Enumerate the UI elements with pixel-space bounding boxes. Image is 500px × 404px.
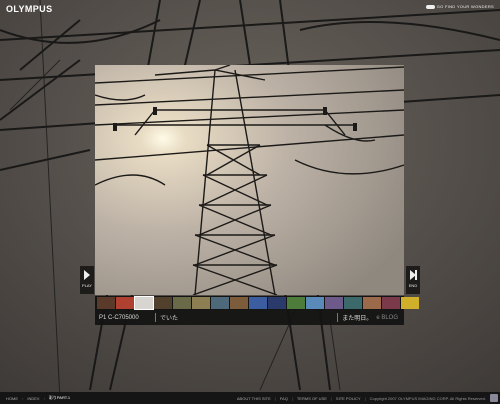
footer-link-terms[interactable]: TERMS OF USE [297,396,327,401]
footer-separator: | [274,395,276,401]
thumbnail[interactable] [249,297,267,309]
thumbnail[interactable] [363,297,381,309]
breadcrumb-separator: › [43,395,45,401]
thumbnail[interactable] [401,297,419,309]
thumbnail[interactable] [268,297,286,309]
end-button[interactable]: END [406,266,420,294]
end-bar-icon [415,270,417,280]
scroll-top-icon[interactable] [490,394,498,402]
footer-links: ABOUT THIS SITE | FAQ | TERMS OF USE | S… [237,396,500,401]
breadcrumb-separator: › [22,395,24,401]
photo-caption-text: でいた [160,316,179,322]
breadcrumb-current: 彩りPART.1 [48,395,71,400]
tagline-text: GO FIND YOUR WONDERS [436,4,494,9]
main-photo [95,65,404,295]
thumbnail[interactable] [134,296,154,310]
thumbnail-strip [95,296,419,310]
footer-separator: | [364,395,366,401]
footer-separator: | [330,395,332,401]
thumbnail[interactable] [211,297,229,309]
olympus-logo[interactable]: OLYMPUS [6,4,52,14]
thumbnail[interactable] [192,297,210,309]
thumbnail[interactable] [306,297,324,309]
thumbnail[interactable] [116,297,134,309]
footer-separator: | [291,395,293,401]
play-icon [84,270,90,280]
breadcrumb-index[interactable]: INDEX [27,396,39,401]
play-label: PLAY [82,283,92,288]
footer-link-policy[interactable]: SITE POLICY [336,396,361,401]
copyright-text: Copyright 2007 OLYMPUS IMAGING CORP. All… [369,395,486,401]
photo-code: P1 C-C705000 [99,314,139,321]
caption-divider [337,313,339,322]
thumbnail[interactable] [287,297,305,309]
photo-caption-bar: P1 C-C705000 でいた また明日。 e BLOG [95,310,404,325]
footer-link-faq[interactable]: FAQ [280,396,288,401]
thumbnail[interactable] [382,297,400,309]
blog-link[interactable]: e BLOG [376,315,404,321]
tagline-mark-icon [425,4,435,9]
thumbnail[interactable] [173,297,191,309]
end-label: END [408,283,418,288]
footer-link-about[interactable]: ABOUT THIS SITE [237,396,271,401]
play-button[interactable]: PLAY [80,266,94,294]
thumbnail[interactable] [325,297,343,309]
thumbnail[interactable] [230,297,248,309]
thumbnail[interactable] [154,297,172,309]
thumbnail[interactable] [97,297,115,309]
breadcrumb-home[interactable]: HOME [6,396,18,401]
tagline: GO FIND YOUR WONDERS [425,4,494,9]
thumbnail[interactable] [344,297,362,309]
footer: HOME › INDEX › 彩りPART.1 ABOUT THIS SITE … [0,392,500,404]
photo-caption-right: また明日。 [342,316,373,322]
caption-divider [155,313,156,322]
